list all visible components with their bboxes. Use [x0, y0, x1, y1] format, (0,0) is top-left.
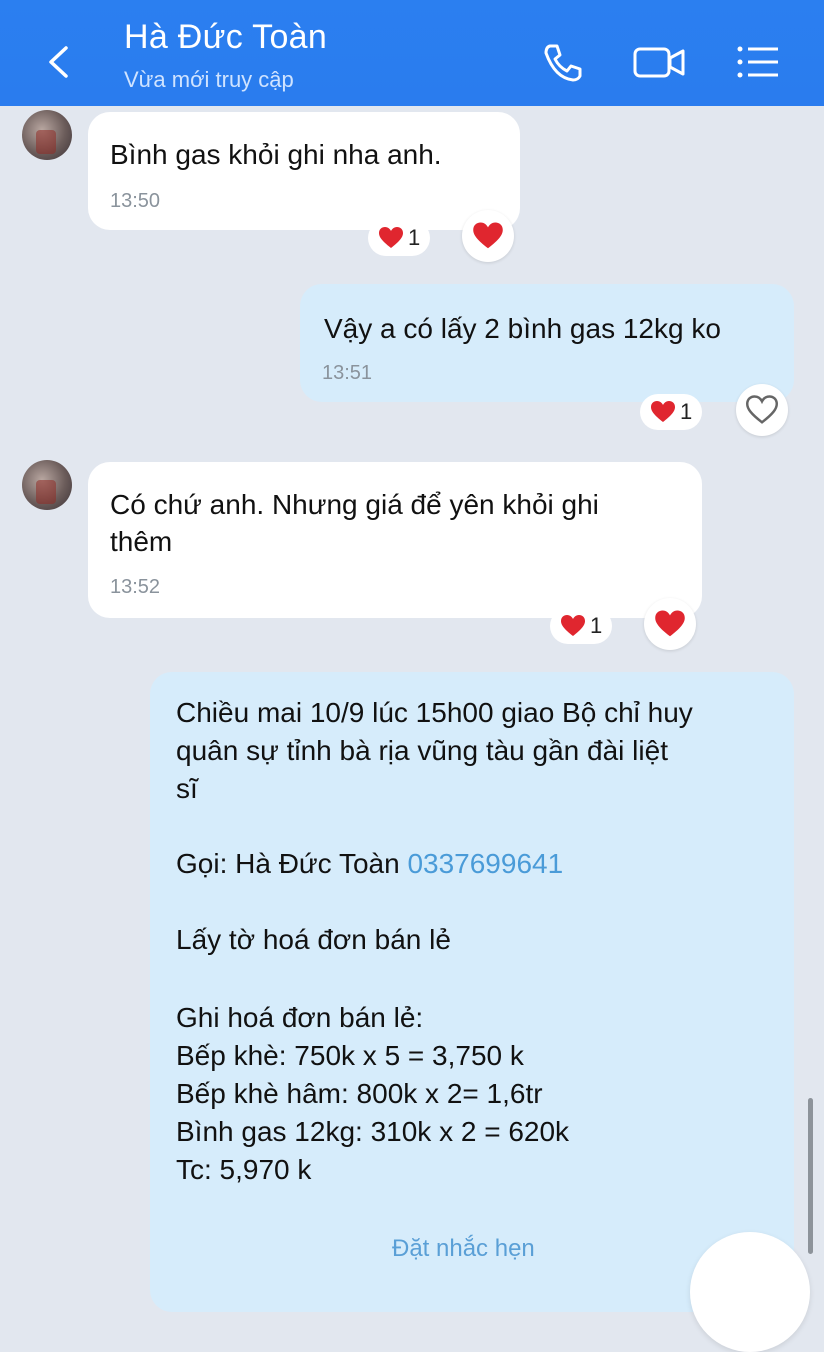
phone-icon[interactable] [538, 40, 586, 84]
heart-icon [473, 222, 503, 249]
reaction-summary[interactable]: 1 [368, 220, 431, 256]
message-text: Ghi hoá đơn bán lẻ: [176, 1002, 424, 1033]
message-text: thêm [110, 526, 173, 557]
chat-header: Hà Đức Toàn Vừa mới truy cập [0, 0, 824, 106]
react-heart-button[interactable] [736, 384, 788, 436]
video-call-icon[interactable] [632, 40, 688, 84]
message-text: Bếp khè: 750k x 5 = 3,750 k [176, 1040, 524, 1071]
message-time: 13:50 [110, 190, 161, 212]
message-text: quân sự tỉnh bà rịa vũng tàu gần đài liệ… [176, 735, 668, 766]
message-text: Bếp khè hâm: 800k x 2= 1,6tr [176, 1078, 543, 1109]
react-heart-button[interactable] [462, 210, 514, 262]
message-text: Gọi: Hà Đức Toàn [176, 848, 408, 879]
message-text: Bình gas khỏi ghi nha anh. [110, 139, 442, 170]
message-text: Bình gas 12kg: 310k x 2 = 620k [176, 1116, 570, 1147]
heart-icon [561, 615, 585, 636]
react-heart-button[interactable] [644, 598, 696, 650]
message-text: sĩ [176, 773, 198, 804]
contact-avatar[interactable] [22, 110, 72, 160]
contact-avatar[interactable] [22, 460, 72, 510]
scrollbar[interactable] [808, 1098, 813, 1254]
heart-outline-icon [746, 395, 778, 424]
phone-number-link[interactable]: 0337699641 [407, 848, 563, 879]
message-bubble[interactable]: Bình gas khỏi ghi nha anh. 13:50 [88, 112, 520, 230]
contact-status: Vừa mới truy cập [124, 67, 294, 92]
message-text: Lấy tờ hoá đơn bán lẻ [176, 924, 451, 955]
contact-name[interactable]: Hà Đức Toàn [124, 18, 327, 57]
back-icon[interactable] [36, 40, 80, 84]
message-bubble[interactable]: Vậy a có lấy 2 bình gas 12kg ko 13:51 [300, 284, 794, 402]
reaction-count: 1 [590, 613, 603, 638]
reaction-summary[interactable]: 1 [550, 608, 613, 644]
message-bubble[interactable] [150, 672, 794, 1312]
heart-icon [651, 401, 675, 422]
heart-icon [379, 227, 403, 248]
message-text: Vậy a có lấy 2 bình gas 12kg ko [324, 313, 721, 344]
message-bubble[interactable]: Có chứ anh. Nhưng giá để yên khỏi ghi th… [88, 462, 702, 618]
heart-icon [655, 610, 685, 637]
menu-list-icon[interactable] [734, 40, 782, 84]
reaction-count: 1 [408, 225, 421, 250]
message-text: Có chứ anh. Nhưng giá để yên khỏi ghi [110, 489, 599, 520]
reaction-count: 1 [680, 399, 693, 424]
floating-button[interactable] [690, 1232, 810, 1352]
message-time: 13:51 [322, 362, 373, 384]
message-text: Tc: 5,970 k [176, 1154, 312, 1185]
call-line: Gọi: Hà Đức Toàn 0337699641 [176, 848, 563, 880]
message-time: 13:52 [110, 576, 161, 598]
reaction-summary[interactable]: 1 [640, 394, 703, 430]
set-reminder-link[interactable]: Đặt nhắc hẹn [392, 1235, 535, 1263]
message-text: Chiều mai 10/9 lúc 15h00 giao Bộ chỉ huy [176, 697, 693, 728]
